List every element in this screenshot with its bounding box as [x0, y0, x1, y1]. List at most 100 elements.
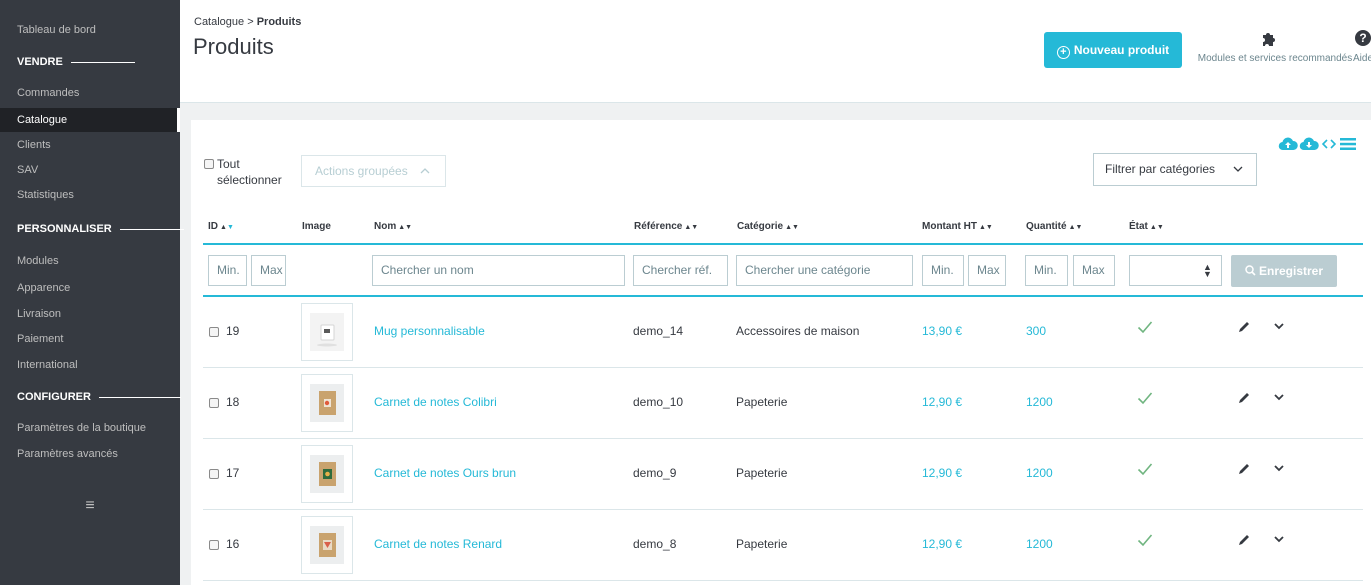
reference-search-input[interactable]: Chercher réf. — [633, 255, 728, 286]
column-header-quantity[interactable]: Quantité ▲▼ — [1026, 221, 1082, 232]
sidebar-item-advanced-parameters[interactable]: Paramètres avancés — [0, 442, 180, 466]
sort-arrows-icon: ▲▼ — [979, 224, 993, 231]
sidebar-item-customer-service[interactable]: SAV — [0, 158, 180, 182]
column-header-id[interactable]: ID ▲▼ — [208, 221, 234, 232]
sidebar-item-orders[interactable]: Commandes — [0, 81, 180, 105]
product-thumbnail[interactable] — [301, 516, 353, 574]
product-thumbnail[interactable] — [301, 445, 353, 503]
new-product-label: Nouveau produit — [1073, 43, 1170, 57]
price-min-input[interactable]: Min. — [922, 255, 964, 286]
state-select[interactable]: ▲ ▼ — [1129, 255, 1222, 286]
product-quantity[interactable]: 1200 — [1026, 537, 1053, 551]
table-row: 17 Carnet de notes Ours brun demo_9 Pape… — [203, 440, 1363, 510]
sidebar-item-catalog[interactable]: Catalogue — [0, 108, 180, 132]
table-tools — [1278, 136, 1368, 154]
recommended-modules-link[interactable]: Modules et services recommandés — [1190, 30, 1360, 70]
divider — [119, 228, 184, 230]
column-header-label: Montant HT — [922, 221, 977, 232]
row-checkbox[interactable] — [209, 540, 219, 550]
product-quantity[interactable]: 1200 — [1026, 466, 1053, 480]
help-link[interactable]: ? Aide — [1351, 30, 1371, 70]
product-name-link[interactable]: Mug personnalisable — [374, 324, 485, 338]
section-label: PERSONNALISER — [17, 223, 112, 235]
sidebar-section-configure: CONFIGURER — [0, 387, 181, 407]
breadcrumb: Catalogue > Produits — [194, 16, 301, 28]
quantity-max-input[interactable]: Max — [1073, 255, 1115, 286]
product-category: Papeterie — [736, 395, 788, 409]
product-category: Papeterie — [736, 466, 788, 480]
select-all-checkbox[interactable] — [204, 159, 214, 169]
product-reference: demo_8 — [633, 537, 677, 551]
select-all-label: Tout sélectionner — [217, 156, 282, 188]
check-icon[interactable] — [1137, 320, 1153, 337]
column-header-category[interactable]: Catégorie ▲▼ — [737, 221, 799, 232]
product-reference: demo_14 — [633, 324, 684, 338]
cloud-upload-icon[interactable] — [1278, 136, 1298, 155]
list-icon[interactable] — [1340, 137, 1356, 154]
check-icon[interactable] — [1137, 391, 1153, 408]
row-checkbox[interactable] — [209, 398, 219, 408]
hamburger-icon[interactable]: ≡ — [82, 498, 98, 514]
sidebar-item-modules[interactable]: Modules — [0, 249, 180, 273]
chevron-down-icon[interactable] — [1273, 533, 1285, 548]
sort-arrows-icon: ▲▼ — [220, 224, 234, 231]
new-product-button[interactable]: + Nouveau produit — [1044, 32, 1182, 68]
row-checkbox[interactable] — [209, 469, 219, 479]
edit-pencil-icon[interactable] — [1237, 462, 1251, 479]
product-reference: demo_9 — [633, 466, 677, 480]
column-header-price[interactable]: Montant HT ▲▼ — [922, 221, 993, 232]
chevron-down-icon[interactable] — [1273, 391, 1285, 406]
sidebar-item-payment[interactable]: Paiement — [0, 327, 180, 351]
price-max-input[interactable]: Max — [968, 255, 1006, 286]
product-name-link[interactable]: Carnet de notes Colibri — [374, 395, 497, 409]
product-price[interactable]: 12,90 € — [922, 537, 962, 551]
edit-pencil-icon[interactable] — [1237, 391, 1251, 408]
filter-categories-button[interactable]: Filtrer par catégories — [1093, 153, 1257, 186]
check-icon[interactable] — [1137, 462, 1153, 479]
product-quantity[interactable]: 1200 — [1026, 395, 1053, 409]
breadcrumb-current: Produits — [256, 16, 302, 28]
id-min-input[interactable]: Min. — [208, 255, 247, 286]
breadcrumb-parent[interactable]: Catalogue — [194, 16, 244, 28]
chevron-down-icon[interactable] — [1273, 320, 1285, 335]
product-thumbnail[interactable] — [301, 303, 353, 361]
chevron-down-icon — [1233, 154, 1243, 185]
product-id: 19 — [226, 324, 240, 338]
sidebar-item-shop-parameters[interactable]: Paramètres de la boutique — [0, 416, 180, 440]
chevron-down-icon[interactable] — [1273, 462, 1285, 477]
sidebar-item-shipping[interactable]: Livraison — [0, 302, 180, 326]
product-price[interactable]: 13,90 € — [922, 324, 962, 338]
sidebar-item-international[interactable]: International — [0, 353, 180, 377]
column-header-label: ID — [208, 221, 218, 232]
select-all-line2: sélectionner — [217, 173, 282, 187]
column-header-label: Référence — [634, 221, 683, 232]
name-search-input[interactable]: Chercher un nom — [372, 255, 625, 286]
edit-pencil-icon[interactable] — [1237, 533, 1251, 550]
row-checkbox[interactable] — [209, 327, 219, 337]
category-search-input[interactable]: Chercher une catégorie — [736, 255, 913, 286]
product-price[interactable]: 12,90 € — [922, 395, 962, 409]
save-filters-button[interactable]: Enregistrer — [1231, 255, 1337, 287]
check-icon[interactable] — [1137, 533, 1153, 550]
edit-pencil-icon[interactable] — [1237, 320, 1251, 337]
sidebar-item-dashboard[interactable]: Tableau de bord — [0, 18, 180, 42]
quantity-min-input[interactable]: Min. — [1025, 255, 1068, 286]
search-icon — [1245, 265, 1256, 276]
product-name-link[interactable]: Carnet de notes Renard — [374, 537, 502, 551]
product-thumbnail[interactable] — [301, 374, 353, 432]
id-max-input[interactable]: Max — [251, 255, 286, 286]
product-price[interactable]: 12,90 € — [922, 466, 962, 480]
code-icon[interactable] — [1321, 137, 1337, 154]
bulk-actions-button[interactable]: Actions groupées — [301, 155, 446, 187]
column-header-state[interactable]: État ▲▼ — [1129, 221, 1164, 232]
column-header-name[interactable]: Nom ▲▼ — [374, 221, 412, 232]
sidebar-item-customers[interactable]: Clients — [0, 133, 180, 157]
column-header-reference[interactable]: Référence ▲▼ — [634, 221, 698, 232]
sidebar-item-appearance[interactable]: Apparence — [0, 276, 180, 300]
cloud-download-icon[interactable] — [1299, 136, 1319, 155]
product-name-link[interactable]: Carnet de notes Ours brun — [374, 466, 516, 480]
products-panel: Tout sélectionner Actions groupées Filtr… — [191, 120, 1371, 585]
product-quantity[interactable]: 300 — [1026, 324, 1046, 338]
sidebar-item-stats[interactable]: Statistiques — [0, 183, 180, 207]
bulk-actions-label: Actions groupées — [315, 164, 408, 178]
